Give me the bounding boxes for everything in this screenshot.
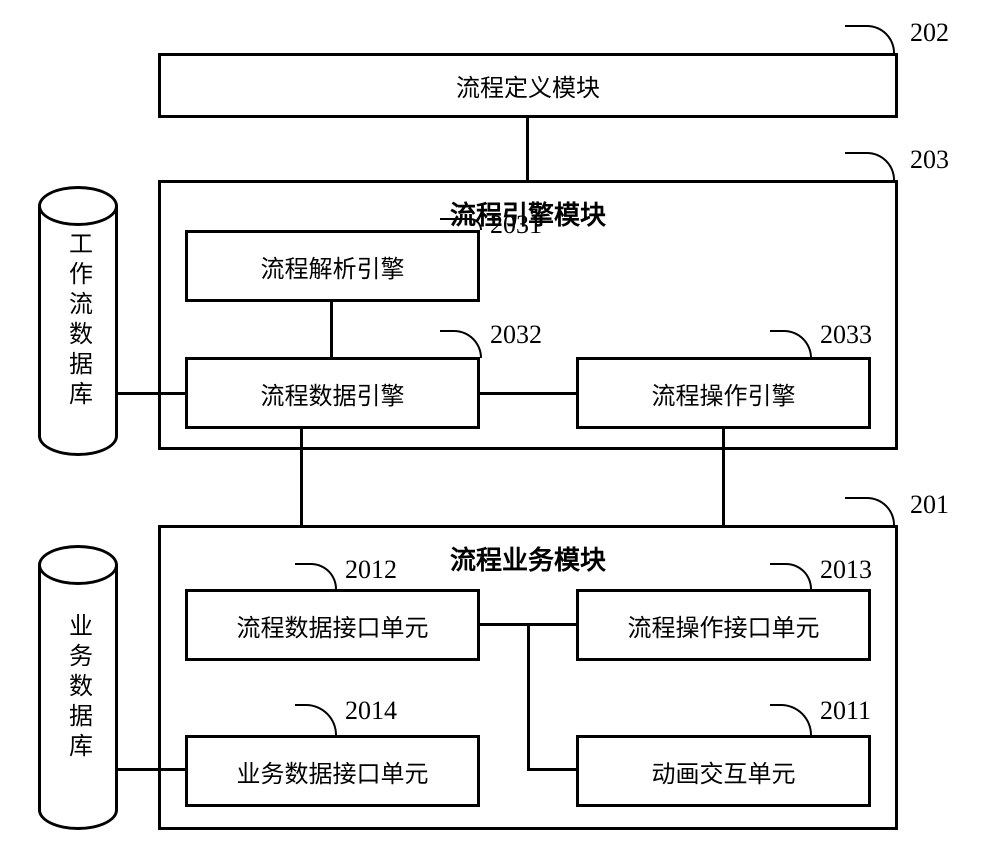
- process-data-if-label: 流程数据接口单元: [237, 608, 429, 643]
- process-operation-engine: 流程操作引擎: [576, 357, 871, 429]
- process-data-engine: 流程数据引擎: [185, 357, 480, 429]
- connector-businessdb-module: [118, 768, 185, 771]
- process-op-if-label: 流程操作接口单元: [628, 608, 820, 643]
- process-definition-label: 流程定义模块: [456, 68, 600, 103]
- connector-2032-2033: [480, 392, 576, 395]
- leader-203: [845, 152, 895, 180]
- leader-2031: [440, 218, 482, 230]
- business-data-if-label: 业务数据接口单元: [237, 754, 429, 789]
- process-parse-engine: 流程解析引擎: [185, 230, 480, 302]
- label-2032: 2032: [490, 320, 542, 350]
- label-2033: 2033: [820, 320, 872, 350]
- label-201: 201: [910, 490, 949, 520]
- connector-bus-to-2011: [527, 768, 576, 771]
- label-2011: 2011: [820, 696, 871, 726]
- business-db-label: 业务数据库: [61, 613, 96, 763]
- business-database-cylinder: 业务数据库: [38, 545, 118, 830]
- diagram-canvas: 流程定义模块 202 流程引擎模块 203 流程解析引擎 2031 流程数据引擎…: [0, 0, 1000, 863]
- op-engine-label: 流程操作引擎: [652, 376, 796, 411]
- connector-2031-2032: [330, 302, 333, 357]
- label-2012: 2012: [345, 555, 397, 585]
- process-data-interface-unit: 流程数据接口单元: [185, 589, 480, 661]
- label-2031: 2031: [490, 210, 542, 240]
- connector-workflowdb-engine: [118, 392, 185, 395]
- leader-202: [845, 25, 895, 53]
- workflow-db-label: 工作流数据库: [61, 231, 96, 411]
- data-engine-label: 流程数据引擎: [261, 376, 405, 411]
- animation-unit-label: 动画交互单元: [652, 754, 796, 789]
- connector-202-203: [526, 118, 529, 180]
- connector-bus-vertical: [527, 623, 530, 771]
- label-202: 202: [910, 18, 949, 48]
- label-203: 203: [910, 145, 949, 175]
- process-definition-module: 流程定义模块: [158, 53, 898, 118]
- animation-interaction-unit: 动画交互单元: [576, 735, 871, 807]
- process-op-interface-unit: 流程操作接口单元: [576, 589, 871, 661]
- label-2013: 2013: [820, 555, 872, 585]
- parse-engine-label: 流程解析引擎: [261, 249, 405, 284]
- leader-201: [845, 497, 895, 525]
- business-data-interface-unit: 业务数据接口单元: [185, 735, 480, 807]
- workflow-database-cylinder: 工作流数据库: [38, 186, 118, 456]
- label-2014: 2014: [345, 696, 397, 726]
